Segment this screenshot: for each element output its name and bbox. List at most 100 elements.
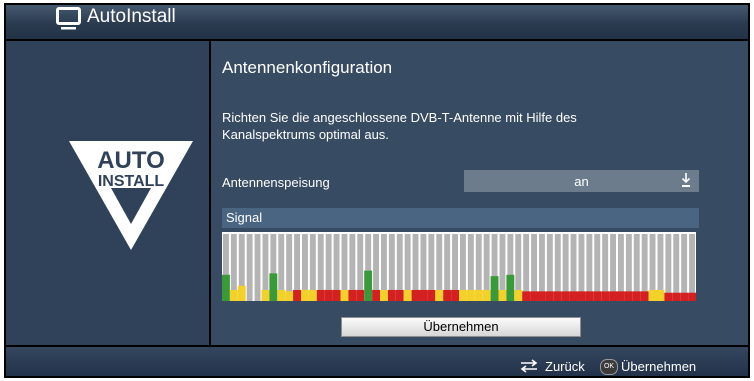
window-title: AutoInstall: [87, 6, 176, 27]
spectrum-level-bar: [443, 289, 452, 301]
swap-arrows-icon: [520, 359, 538, 373]
spectrum-channel-slot: [562, 234, 569, 301]
spectrum-channel-slot: [625, 234, 632, 301]
spectrum-channel-slot: [594, 234, 601, 301]
spectrum-channel-slot: [546, 234, 553, 301]
spectrum-level-bar: [490, 276, 499, 301]
spectrum-level-bar: [435, 289, 444, 301]
spectrum-level-bar: [577, 291, 586, 301]
spectrum-level-bar: [348, 289, 357, 301]
spectrum-level-bar: [585, 291, 594, 301]
spectrum-level-bar: [332, 289, 341, 301]
spectrum-level-bar: [222, 274, 230, 301]
spectrum-level-bar: [466, 289, 475, 301]
spectrum-level-bar: [688, 292, 696, 301]
spectrum-level-bar: [530, 291, 538, 301]
antenna-feed-value: an: [574, 174, 589, 189]
spectrum-channel-slot: [586, 234, 593, 301]
spectrum-level-bar: [632, 291, 641, 301]
spectrum-level-bar: [656, 289, 665, 301]
spectrum-channel-slot: [254, 234, 261, 301]
spectrum-channel-slot: [681, 234, 688, 301]
spectrum-level-bar: [403, 289, 412, 301]
spectrum-level-bar: [553, 291, 562, 301]
ok-button-icon: OK: [600, 359, 618, 375]
spectrum-level-bar: [624, 291, 633, 301]
spectrum-channel-slot: [554, 234, 561, 301]
spectrum-level-bar: [237, 285, 246, 301]
spectrum-level-bar: [285, 291, 294, 301]
spectrum-level-bar: [617, 291, 625, 301]
page-heading: Antennenkonfiguration: [222, 58, 393, 77]
spectrum-level-bar: [601, 291, 610, 301]
spectrum-level-bar: [324, 289, 333, 301]
spectrum-level-bar: [316, 289, 325, 301]
logo-line1: AUTO: [97, 147, 165, 174]
antenna-feed-label: Antennenspeisung: [222, 175, 330, 190]
spectrum-level-bar: [451, 289, 459, 301]
spectrum-level-bar: [293, 289, 301, 301]
spectrum-channel-slot: [641, 234, 648, 301]
spectrum-level-bar: [514, 289, 523, 301]
spectrum-level-bar: [522, 291, 531, 301]
spectrum-level-bar: [419, 289, 428, 301]
spectrum-level-bar: [269, 273, 278, 301]
dropdown-arrow-icon: [681, 173, 691, 187]
spectrum-level-bar: [664, 292, 673, 301]
spectrum-channel-slot: [689, 234, 695, 301]
spectrum-level-bar: [261, 289, 270, 301]
spectrum-level-bar: [387, 289, 396, 301]
spectrum-level-bar: [380, 289, 388, 301]
spectrum-channel-slot: [286, 234, 293, 301]
spectrum-level-bar: [561, 291, 570, 301]
spectrum-level-bar: [569, 291, 578, 301]
spectrum-level-bar: [538, 291, 546, 301]
footer-apply-label[interactable]: Übernehmen: [621, 359, 696, 374]
spectrum-channel-slot: [602, 234, 609, 301]
tv-icon: [56, 7, 81, 30]
spectrum-level-bar: [411, 289, 420, 301]
spectrum-level-bar: [648, 289, 657, 301]
signal-header: Signal: [222, 208, 699, 228]
spectrum-level-bar: [545, 291, 554, 301]
spectrum-level-bar: [482, 289, 491, 301]
spectrum-channel-slot: [578, 234, 585, 301]
spectrum-level-bar: [277, 289, 286, 301]
spectrum-level-bar: [340, 289, 349, 301]
signal-label: Signal: [226, 210, 263, 225]
spectrum-level-bar: [498, 289, 507, 301]
spectrum-level-bar: [229, 289, 238, 301]
spectrum-channel-slot: [665, 234, 672, 301]
spectrum-level-bar: [680, 292, 689, 301]
spectrum-channel-slot: [633, 234, 640, 301]
antenna-feed-select[interactable]: an: [464, 170, 699, 192]
spectrum-level-bar: [609, 291, 617, 301]
apply-button[interactable]: Übernehmen: [341, 317, 581, 337]
spectrum-level-bar: [395, 289, 404, 301]
instruction-text: Richten Sie die angeschlossene DVB-T-Ant…: [222, 110, 577, 142]
spectrum-level-bar: [593, 291, 602, 301]
spectrum-channel-slot: [531, 234, 537, 301]
back-label[interactable]: Zurück: [545, 359, 585, 374]
spectrum-level-bar: [301, 289, 309, 301]
spectrum-level-bar: [372, 289, 380, 301]
spectrum-channel-slot: [539, 234, 545, 301]
spectrum-level-bar: [506, 274, 515, 301]
spectrum-level-bar: [308, 289, 317, 301]
signal-spectrum: [222, 232, 696, 301]
spectrum-level-bar: [364, 270, 373, 301]
spectrum-level-bar: [459, 289, 467, 301]
spectrum-level-bar: [672, 292, 681, 301]
spectrum-level-bar: [474, 289, 483, 301]
spectrum-channel-slot: [570, 234, 577, 301]
spectrum-channel-slot: [246, 234, 253, 301]
spectrum-channel-slot: [610, 234, 616, 301]
spectrum-level-bar: [356, 289, 365, 301]
spectrum-level-bar: [640, 291, 649, 301]
auto-install-logo: AUTO INSTALL: [69, 141, 193, 250]
spectrum-channel-slot: [523, 234, 530, 301]
spectrum-channel-slot: [618, 234, 624, 301]
spectrum-level-bar: [427, 289, 436, 301]
spectrum-channel-slot: [673, 234, 680, 301]
logo-line2: INSTALL: [98, 173, 165, 190]
